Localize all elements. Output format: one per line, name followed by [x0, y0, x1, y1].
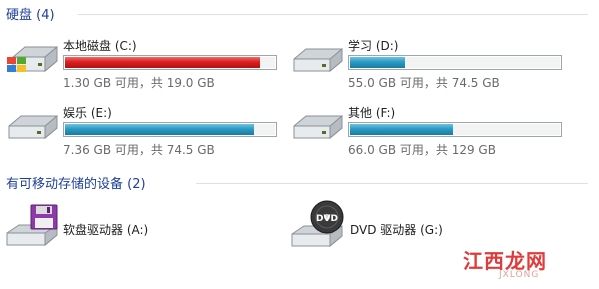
- windows-hard-disk-icon: [5, 37, 61, 81]
- hard-disk-icon: [290, 37, 346, 81]
- dvd-disc-text: DVD: [316, 214, 338, 224]
- drive-usage-fill: [65, 124, 254, 135]
- drive-c[interactable]: 本地磁盘 (C:) 1.30 GB 可用，共 19.0 GB: [5, 37, 285, 90]
- watermark-latin: JXLONG: [499, 270, 540, 280]
- section-divider: [78, 14, 588, 15]
- section-divider: [196, 183, 588, 184]
- hard-disks-title: 硬盘 (4): [6, 7, 55, 23]
- drive-usage-bar: [63, 122, 277, 137]
- drive-name: 学习 (D:): [348, 39, 399, 53]
- drive-free-space: 1.30 GB 可用，共 19.0 GB: [63, 76, 215, 90]
- hard-disk-icon: [5, 104, 61, 148]
- drive-free-space: 55.0 GB 可用，共 74.5 GB: [348, 76, 500, 90]
- dvd-drive-label: DVD 驱动器 (G:): [350, 223, 443, 237]
- dvd-drive-icon: DVD: [290, 200, 346, 248]
- drive-usage-fill: [350, 57, 405, 68]
- drive-usage-bar: [348, 122, 562, 137]
- drive-name: 本地磁盘 (C:): [63, 39, 137, 53]
- floppy-drive-a[interactable]: 软盘驱动器 (A:): [5, 203, 205, 251]
- drive-f[interactable]: 其他 (F:) 66.0 GB 可用，共 129 GB: [290, 104, 570, 157]
- floppy-drive-icon: [5, 203, 61, 247]
- drive-name: 娱乐 (E:): [63, 106, 112, 120]
- drive-d[interactable]: 学习 (D:) 55.0 GB 可用，共 74.5 GB: [290, 37, 570, 90]
- drive-usage-bar: [348, 55, 562, 70]
- drive-usage-fill: [65, 57, 260, 68]
- floppy-drive-label: 软盘驱动器 (A:): [63, 223, 149, 237]
- drive-free-space: 7.36 GB 可用，共 74.5 GB: [63, 143, 215, 157]
- drive-usage-bar: [63, 55, 277, 70]
- hard-disks-header[interactable]: 硬盘 (4): [6, 3, 55, 23]
- drive-free-space: 66.0 GB 可用，共 129 GB: [348, 143, 496, 157]
- hard-disk-icon: [290, 104, 346, 148]
- removable-header[interactable]: 有可移动存储的设备 (2): [6, 172, 146, 192]
- dvd-drive-g[interactable]: DVD DVD 驱动器 (G:): [290, 196, 490, 251]
- drive-e[interactable]: 娱乐 (E:) 7.36 GB 可用，共 74.5 GB: [5, 104, 285, 157]
- removable-title: 有可移动存储的设备 (2): [6, 176, 146, 192]
- drive-name: 其他 (F:): [348, 106, 396, 120]
- drive-usage-fill: [350, 124, 453, 135]
